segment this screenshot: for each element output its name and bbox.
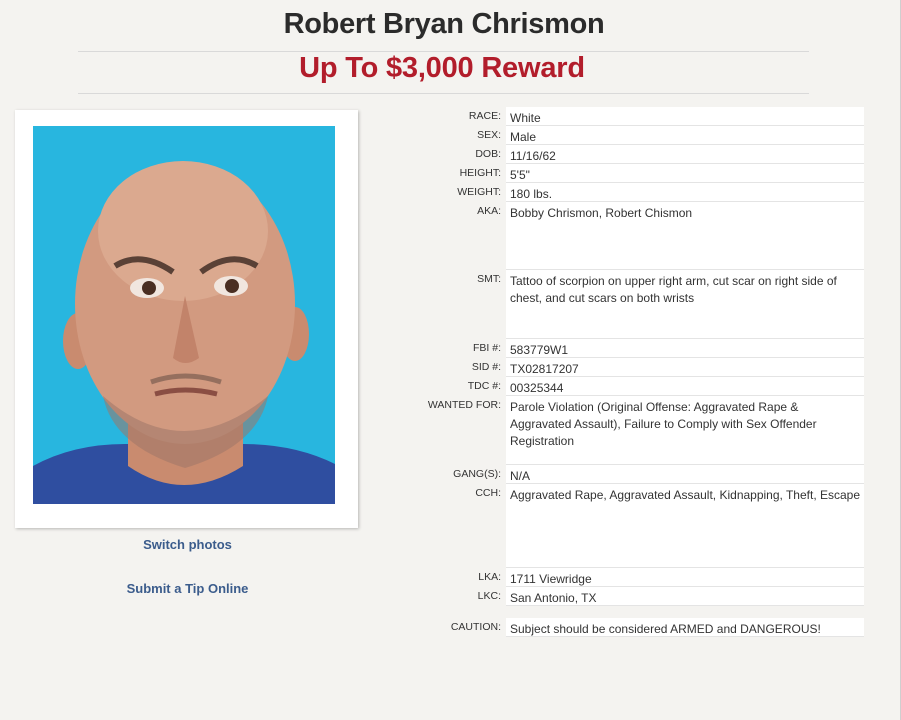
height-label: HEIGHT: [459, 167, 501, 179]
caution-label: CAUTION: [450, 621, 501, 633]
tdc-value: 00325344 [506, 377, 864, 396]
lkc-label: LKC: [477, 590, 501, 602]
row-height: HEIGHT: 5'5" [390, 164, 864, 183]
cch-label: CCH: [475, 487, 501, 499]
race-value: White [506, 107, 864, 126]
sex-value: Male [506, 126, 864, 145]
row-wanted-for: WANTED FOR: Parole Violation (Original O… [390, 396, 864, 465]
fbi-value: 583779W1 [506, 339, 864, 358]
row-fbi: FBI #: 583779W1 [390, 339, 864, 358]
row-lka: LKA: 1711 Viewridge [390, 568, 864, 587]
fbi-label: FBI #: [472, 342, 501, 354]
row-weight: WEIGHT: 180 lbs. [390, 183, 864, 202]
gangs-value: N/A [506, 465, 864, 484]
tdc-label: TDC #: [467, 380, 501, 392]
caution-value: Subject should be considered ARMED and D… [506, 618, 864, 637]
row-tdc: TDC #: 00325344 [390, 377, 864, 396]
weight-label: WEIGHT: [457, 186, 501, 198]
mugshot-illustration [33, 126, 335, 504]
row-lkc: LKC: San Antonio, TX [390, 587, 864, 606]
submit-tip-link[interactable]: Submit a Tip Online [15, 581, 360, 596]
dob-label: DOB: [475, 148, 501, 160]
reward-amount: Up To $3,000 Reward [299, 52, 585, 84]
row-caution: CAUTION: Subject should be considered AR… [390, 618, 864, 637]
lkc-value: San Antonio, TX [506, 587, 864, 606]
weight-value: 180 lbs. [506, 183, 864, 202]
row-gangs: GANG(S): N/A [390, 465, 864, 484]
reward-divider [78, 93, 809, 94]
row-sid: SID #: TX02817207 [390, 358, 864, 377]
wanted-for-value: Parole Violation (Original Offense: Aggr… [506, 396, 864, 465]
cch-value: Aggravated Rape, Aggravated Assault, Kid… [506, 484, 864, 568]
gangs-label: GANG(S): [453, 468, 501, 480]
details-table: RACE: White SEX: Male DOB: 11/16/62 HEIG… [390, 107, 864, 637]
caution-spacer [390, 606, 864, 618]
row-aka: AKA: Bobby Chrismon, Robert Chismon [390, 202, 864, 270]
height-value: 5'5" [506, 164, 864, 183]
smt-value: Tattoo of scorpion on upper right arm, c… [506, 270, 864, 339]
wanted-for-label: WANTED FOR: [427, 399, 501, 411]
row-smt: SMT: Tattoo of scorpion on upper right a… [390, 270, 864, 339]
row-sex: SEX: Male [390, 126, 864, 145]
mugshot-photo [33, 126, 335, 504]
row-dob: DOB: 11/16/62 [390, 145, 864, 164]
lka-label: LKA: [478, 571, 501, 583]
photo-card [15, 110, 358, 528]
wanted-poster-page: Robert Bryan Chrismon Up To $3,000 Rewar… [0, 0, 901, 720]
smt-label: SMT: [477, 273, 501, 285]
aka-label: AKA: [477, 205, 501, 217]
sid-label: SID #: [471, 361, 501, 373]
sid-value: TX02817207 [506, 358, 864, 377]
row-cch: CCH: Aggravated Rape, Aggravated Assault… [390, 484, 864, 568]
switch-photos-link[interactable]: Switch photos [15, 537, 360, 552]
aka-value: Bobby Chrismon, Robert Chismon [506, 202, 864, 270]
race-label: RACE: [468, 110, 501, 122]
fugitive-name: Robert Bryan Chrismon [283, 8, 605, 40]
sex-label: SEX: [477, 129, 501, 141]
dob-value: 11/16/62 [506, 145, 864, 164]
lka-value: 1711 Viewridge [506, 568, 864, 587]
row-race: RACE: White [390, 107, 864, 126]
